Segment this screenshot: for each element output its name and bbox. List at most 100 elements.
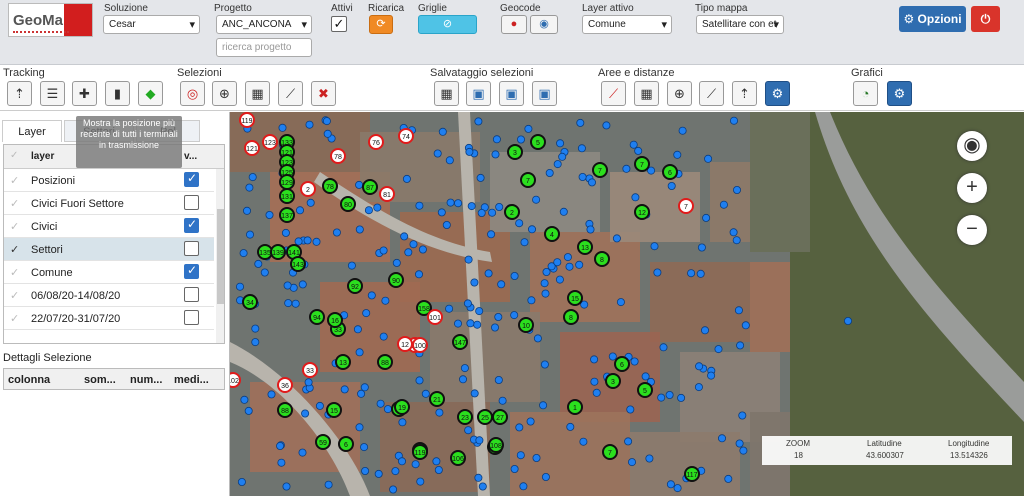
layer-row[interactable]: ✓ Settori	[4, 238, 214, 261]
position-dot[interactable]	[418, 245, 427, 254]
position-dot[interactable]	[729, 228, 738, 237]
position-dot[interactable]	[586, 225, 595, 234]
position-dot[interactable]	[527, 225, 536, 234]
position-dot[interactable]	[283, 281, 292, 290]
position-dot[interactable]	[445, 156, 454, 165]
position-dot[interactable]	[667, 182, 676, 191]
position-dot[interactable]	[397, 457, 406, 466]
layer-visible-checkbox[interactable]	[184, 171, 199, 187]
green-marker-label[interactable]: 141	[288, 250, 300, 257]
green-marker-label[interactable]: 12	[638, 210, 646, 217]
green-marker-label[interactable]: 108	[490, 443, 502, 450]
position-dot[interactable]	[602, 121, 611, 130]
green-marker-label[interactable]: 8	[600, 257, 604, 264]
green-marker-label[interactable]: 90	[392, 278, 400, 285]
position-dot[interactable]	[467, 202, 476, 211]
locate-icon[interactable]: ◉	[957, 131, 987, 161]
position-dot[interactable]	[673, 484, 682, 493]
position-dot[interactable]	[458, 375, 467, 384]
position-dot[interactable]	[616, 298, 625, 307]
green-marker-label[interactable]: 6	[668, 170, 672, 177]
position-dot[interactable]	[260, 268, 269, 277]
row-check-icon[interactable]: ✓	[10, 289, 19, 302]
position-dot[interactable]	[487, 230, 496, 239]
position-dot[interactable]	[298, 280, 307, 289]
green-marker-label[interactable]: 3	[513, 150, 517, 157]
position-dot[interactable]	[391, 467, 400, 476]
position-dot[interactable]	[665, 390, 674, 399]
pie-chart-icon[interactable]: ◔	[853, 81, 878, 106]
green-marker-label[interactable]: 7	[640, 162, 644, 169]
header-check-icon[interactable]: ✓	[10, 150, 18, 161]
green-marker-label[interactable]: 23	[461, 415, 469, 422]
green-marker-label[interactable]: 19	[398, 405, 406, 412]
col-media[interactable]: medi...	[174, 374, 209, 386]
position-dot[interactable]	[446, 198, 455, 207]
green-marker-label[interactable]: 88	[381, 360, 389, 367]
save-grid-icon[interactable]: ▦	[434, 81, 459, 106]
position-dot[interactable]	[553, 258, 562, 267]
position-dot[interactable]	[495, 203, 504, 212]
power-button[interactable]: ⏻	[971, 6, 1000, 32]
position-dot[interactable]	[641, 372, 650, 381]
position-dot[interactable]	[590, 377, 599, 386]
tracking-person-list-icon[interactable]: ☰	[40, 81, 65, 106]
green-marker-label[interactable]: 137	[281, 213, 293, 220]
position-dot[interactable]	[565, 262, 574, 271]
position-dot[interactable]	[678, 126, 687, 135]
position-dot[interactable]	[367, 291, 376, 300]
layer-visible-checkbox[interactable]	[184, 263, 199, 279]
position-dot[interactable]	[579, 437, 588, 446]
position-dot[interactable]	[360, 383, 369, 392]
red-marker-label[interactable]: 78	[334, 154, 342, 161]
position-dot[interactable]	[494, 312, 503, 321]
position-dot[interactable]	[735, 439, 744, 448]
green-marker-label[interactable]: 1	[573, 405, 577, 412]
position-dot[interactable]	[478, 482, 487, 491]
position-dot[interactable]	[714, 345, 723, 354]
position-dot[interactable]	[555, 275, 564, 284]
green-marker-label[interactable]: 129	[281, 180, 293, 187]
position-dot[interactable]	[312, 237, 321, 246]
position-dot[interactable]	[402, 174, 411, 183]
position-dot[interactable]	[364, 206, 373, 215]
position-dot[interactable]	[524, 124, 533, 133]
position-dot[interactable]	[301, 409, 310, 418]
red-marker-label[interactable]: 119	[241, 118, 252, 125]
position-dot[interactable]	[659, 343, 668, 352]
position-dot[interactable]	[527, 296, 536, 305]
save-copy-icon[interactable]: ▣	[499, 81, 524, 106]
select-point-icon[interactable]: ◎	[180, 81, 205, 106]
position-dot[interactable]	[608, 352, 617, 361]
position-dot[interactable]	[379, 246, 388, 255]
green-marker-label[interactable]: 15	[571, 296, 579, 303]
position-dot[interactable]	[473, 320, 482, 329]
row-check-icon[interactable]: ✓	[10, 220, 19, 233]
position-dot[interactable]	[700, 326, 709, 335]
position-dot[interactable]	[539, 401, 548, 410]
green-marker-label[interactable]: 87	[366, 185, 374, 192]
position-dot[interactable]	[251, 338, 260, 347]
position-dot[interactable]	[484, 269, 493, 278]
red-marker-label[interactable]: 81	[383, 192, 391, 199]
position-dot[interactable]	[421, 389, 430, 398]
save-export-icon[interactable]: ▣	[532, 81, 557, 106]
position-dot[interactable]	[510, 271, 519, 280]
position-dot[interactable]	[276, 441, 285, 450]
position-dot[interactable]	[409, 240, 418, 249]
green-marker-label[interactable]: 139	[272, 250, 284, 257]
red-marker-label[interactable]: 7	[684, 204, 688, 211]
layer-visible-checkbox[interactable]	[184, 241, 199, 256]
position-dot[interactable]	[532, 195, 541, 204]
col-visible-header[interactable]: v...	[184, 151, 197, 162]
col-layer-header[interactable]: layer	[31, 151, 54, 162]
position-dot[interactable]	[362, 309, 371, 318]
position-dot[interactable]	[236, 282, 244, 291]
ricarica-button[interactable]: ⟳	[369, 15, 393, 34]
position-dot[interactable]	[739, 446, 748, 455]
position-dot[interactable]	[416, 477, 425, 486]
position-dot[interactable]	[697, 243, 706, 252]
position-dot[interactable]	[516, 451, 525, 460]
layer-visible-checkbox[interactable]	[184, 310, 199, 325]
position-dot[interactable]	[454, 199, 463, 208]
